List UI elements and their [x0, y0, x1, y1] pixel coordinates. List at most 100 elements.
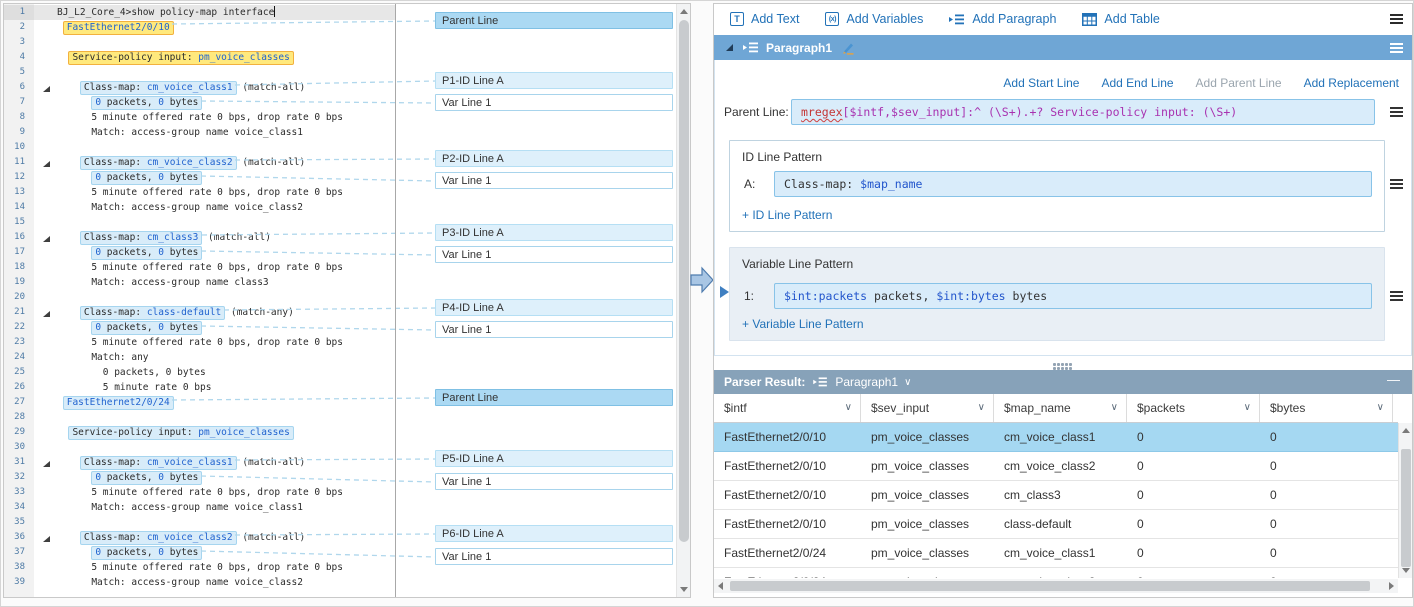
editor-line: 16 Class-map: cm_class3 (match-all) [4, 230, 395, 245]
editor-lines[interactable]: 1BJ_L2_Core_4>show policy-map interface2… [4, 5, 395, 590]
fold-toggle-icon[interactable] [34, 155, 57, 170]
pattern-line-label[interactable]: Var Line 1 [435, 473, 673, 490]
result-vertical-scrollbar[interactable] [1398, 423, 1412, 578]
fold-gutter [34, 500, 57, 515]
pattern-match-highlight: Class-map: cm_voice_class1 [80, 456, 237, 470]
table-row[interactable]: FastEthernet2/0/10pm_voice_classescm_cla… [714, 481, 1398, 510]
fold-gutter [34, 275, 57, 290]
paragraph-menu-icon[interactable] [1390, 43, 1403, 53]
parent-line-menu-icon[interactable] [1390, 107, 1403, 117]
pattern-line-label[interactable]: P5-ID Line A [435, 450, 673, 467]
table-row[interactable]: FastEthernet2/0/24pm_voice_classescm_voi… [714, 568, 1398, 578]
variable-line-pattern-input[interactable]: $int:packets packets, $int:bytes bytes [774, 283, 1372, 309]
pattern-line-label[interactable]: P3-ID Line A [435, 224, 673, 241]
scroll-left-icon[interactable] [718, 582, 723, 590]
table-cell: pm_voice_classes [861, 481, 994, 509]
result-horizontal-scrollbar[interactable] [714, 579, 1398, 593]
add-text-icon: T [730, 12, 744, 26]
code-text: Class-map: cm_voice_class2 (match-all) [57, 530, 395, 545]
column-header[interactable]: $packets∨ [1127, 394, 1260, 422]
chevron-down-icon[interactable]: ∨ [904, 377, 911, 388]
add-end-line-link[interactable]: Add End Line [1101, 76, 1173, 90]
add-variables-button[interactable]: (x) Add Variables [825, 12, 923, 26]
result-vscroll-thumb[interactable] [1401, 449, 1411, 567]
pattern-line-label[interactable]: P2-ID Line A [435, 150, 673, 167]
line-number: 17 [4, 245, 34, 260]
pattern-line-label[interactable]: Parent Line [435, 12, 673, 29]
scroll-down-icon[interactable] [1402, 568, 1410, 573]
fold-gutter [34, 20, 57, 35]
variable-line-menu-icon[interactable] [1390, 291, 1403, 301]
column-header[interactable]: $sev_input∨ [861, 394, 994, 422]
table-row[interactable]: FastEthernet2/0/10pm_voice_classesclass-… [714, 510, 1398, 539]
collapse-paragraph-icon[interactable] [726, 44, 733, 51]
id-line-pattern-section: ID Line Pattern A: Class-map: $map_name … [729, 140, 1385, 232]
pattern-line-label[interactable]: Var Line 1 [435, 246, 673, 263]
id-line-menu-icon[interactable] [1390, 179, 1403, 189]
scroll-right-icon[interactable] [1389, 582, 1394, 590]
chevron-down-icon[interactable]: ∨ [845, 394, 852, 422]
fold-toggle-icon[interactable] [34, 455, 57, 470]
parent-line-pattern-input[interactable]: mregex[$intf,$sev_input]:^ (\S+).+? Serv… [791, 99, 1375, 125]
chevron-down-icon[interactable]: ∨ [1244, 394, 1251, 422]
chevron-down-icon[interactable]: ∨ [1111, 394, 1118, 422]
edit-paragraph-icon[interactable] [841, 41, 855, 55]
parent-match-highlight: FastEthernet2/0/10 [63, 21, 174, 35]
fold-toggle-icon[interactable] [34, 530, 57, 545]
pattern-line-label[interactable]: Var Line 1 [435, 94, 673, 111]
splitter-drag-handle[interactable] [1053, 363, 1073, 370]
add-paragraph-button[interactable]: Add Paragraph [949, 12, 1056, 26]
editor-line: 18 5 minute offered rate 0 bps, drop rat… [4, 260, 395, 275]
toolbar-menu-icon[interactable] [1390, 14, 1403, 24]
table-row[interactable]: FastEthernet2/0/10pm_voice_classescm_voi… [714, 452, 1398, 481]
fold-toggle-icon[interactable] [34, 230, 57, 245]
pattern-line-label[interactable]: P4-ID Line A [435, 299, 673, 316]
id-line-pattern-input[interactable]: Class-map: $map_name [774, 171, 1372, 197]
paragraph-header-bar[interactable]: Paragraph1 [714, 35, 1412, 60]
scroll-down-icon[interactable] [680, 587, 688, 592]
line-number: 18 [4, 260, 34, 275]
pattern-line-label[interactable]: P1-ID Line A [435, 72, 673, 89]
add-start-line-link[interactable]: Add Start Line [1003, 76, 1079, 90]
editor-vertical-scrollbar[interactable] [676, 4, 690, 597]
fold-toggle-icon[interactable] [34, 80, 57, 95]
column-header[interactable]: $intf∨ [714, 394, 861, 422]
add-text-button[interactable]: T Add Text [730, 12, 799, 26]
result-paragraph-selector[interactable]: Paragraph1 [835, 375, 898, 389]
line-number: 11 [4, 155, 34, 170]
column-header[interactable]: $bytes∨ [1260, 394, 1393, 422]
add-replacement-link[interactable]: Add Replacement [1304, 76, 1399, 90]
add-table-button[interactable]: Add Table [1082, 12, 1159, 26]
scroll-up-icon[interactable] [680, 9, 688, 14]
editor-scrollbar-thumb[interactable] [679, 20, 689, 542]
line-number: 5 [4, 65, 34, 80]
parser-result-bar[interactable]: Parser Result: Paragraph1 ∨ — [714, 370, 1412, 394]
chevron-down-icon[interactable]: ∨ [1377, 394, 1384, 422]
code-text: Class-map: class-default (match-any) [57, 305, 395, 320]
add-variable-line-pattern-link[interactable]: + Variable Line Pattern [742, 317, 864, 331]
active-row-marker-icon [720, 286, 729, 298]
table-row[interactable]: FastEthernet2/0/10pm_voice_classescm_voi… [714, 423, 1398, 452]
fold-toggle-icon[interactable] [34, 305, 57, 320]
result-hscroll-thumb[interactable] [730, 581, 1370, 591]
chevron-down-icon[interactable]: ∨ [978, 394, 985, 422]
code-text [57, 35, 395, 50]
pattern-line-label[interactable]: Var Line 1 [435, 321, 673, 338]
table-cell: 0 [1260, 510, 1393, 538]
table-row[interactable]: FastEthernet2/0/24pm_voice_classescm_voi… [714, 539, 1398, 568]
table-cell: pm_voice_classes [861, 510, 994, 538]
code-text [57, 140, 395, 155]
code-text: 0 packets, 0 bytes [57, 245, 395, 260]
pattern-line-label[interactable]: Var Line 1 [435, 172, 673, 189]
pattern-line-label[interactable]: Parent Line [435, 389, 673, 406]
code-text: Match: any [57, 350, 395, 365]
text-cursor [274, 6, 275, 17]
parent-match-highlight: Service-policy input: pm_voice_classes [68, 51, 293, 65]
pattern-line-label[interactable]: P6-ID Line A [435, 525, 673, 542]
column-header[interactable]: $map_name∨ [994, 394, 1127, 422]
minimize-result-icon[interactable]: — [1387, 372, 1400, 387]
scroll-up-icon[interactable] [1402, 428, 1410, 433]
pattern-line-label[interactable]: Var Line 1 [435, 548, 673, 565]
add-id-line-pattern-link[interactable]: + ID Line Pattern [742, 208, 832, 222]
table-cell: pm_voice_classes [861, 539, 994, 567]
